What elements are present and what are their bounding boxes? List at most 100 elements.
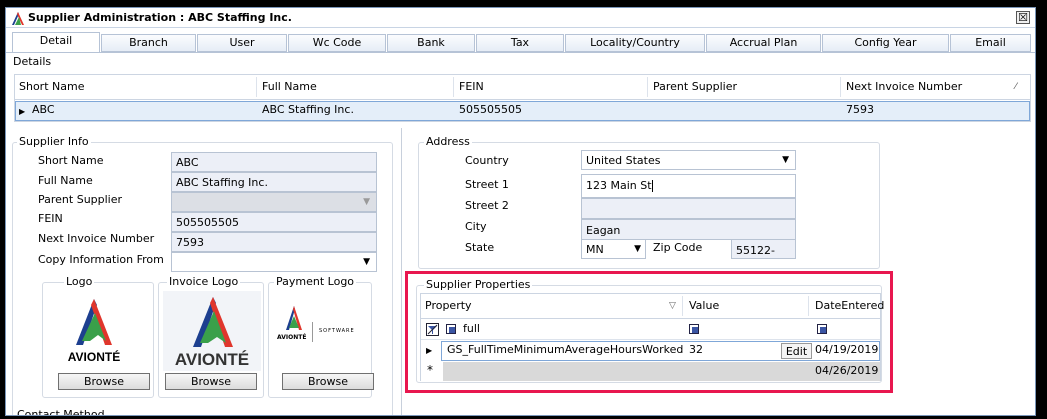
avionte-logo-icon bbox=[193, 297, 233, 347]
invoice-logo-label: Invoice Logo bbox=[167, 275, 241, 288]
payment-logo-label: Payment Logo bbox=[274, 275, 357, 288]
row-pointer-icon: ▶ bbox=[19, 107, 26, 116]
col-property[interactable]: Property bbox=[421, 296, 683, 316]
country-dropdown[interactable]: United States ▼ bbox=[581, 150, 796, 170]
cell-property: GS_FullTimeMinimumAverageHoursWorked bbox=[447, 343, 684, 356]
supplier-info-label: Supplier Info bbox=[17, 135, 91, 148]
zip-code-label: Zip Code bbox=[653, 241, 703, 254]
copy-from-dropdown[interactable]: ▼ bbox=[171, 252, 377, 272]
payment-logo-software-text: SOFTWARE bbox=[319, 328, 355, 334]
table-row[interactable]: ▶ ABC ABC Staffing Inc. 505505505 7593 bbox=[15, 101, 1030, 121]
tab-bank[interactable]: Bank bbox=[387, 34, 475, 52]
invoice-logo-image: AVIONTÉ bbox=[163, 291, 261, 371]
col-full-name[interactable]: Full Name bbox=[258, 77, 454, 97]
copy-from-label: Copy Information From bbox=[38, 253, 164, 266]
invoice-logo-browse-button[interactable]: Browse bbox=[165, 373, 257, 390]
contact-method-label: Contact Method bbox=[15, 408, 107, 415]
col-next-invoice-number[interactable]: Next Invoice Number bbox=[842, 77, 1022, 97]
parent-supplier-label: Parent Supplier bbox=[38, 193, 123, 206]
payment-logo-brand-text: AVIONTÉ bbox=[277, 334, 307, 341]
address-label: Address bbox=[424, 135, 472, 148]
supplier-properties-label: Supplier Properties bbox=[424, 278, 533, 291]
col-value[interactable]: Value bbox=[685, 296, 809, 316]
supplier-admin-window: Supplier Administration : ABC Staffing I… bbox=[5, 7, 1036, 416]
tab-branch[interactable]: Branch bbox=[101, 34, 196, 52]
title-bar: Supplier Administration : ABC Staffing I… bbox=[6, 8, 1035, 28]
table-row[interactable]: ▶ GS_FullTimeMinimumAverageHoursWorked 3… bbox=[421, 341, 880, 361]
next-invoice-label: Next Invoice Number bbox=[38, 232, 155, 245]
date-filter-operator[interactable] bbox=[817, 324, 827, 334]
details-grid: Short Name Full Name FEIN Parent Supplie… bbox=[14, 74, 1031, 122]
tab-user[interactable]: User bbox=[197, 34, 287, 52]
sort-icon: ⁄ bbox=[1015, 82, 1017, 92]
cell-short-name: ABC bbox=[32, 103, 55, 116]
tab-divider bbox=[6, 52, 1035, 53]
fein-field[interactable]: 505505505 bbox=[171, 212, 377, 232]
city-label: City bbox=[465, 220, 487, 233]
close-icon[interactable]: ☒ bbox=[1018, 11, 1028, 24]
panel-divider bbox=[401, 128, 402, 415]
tab-wc-code[interactable]: Wc Code bbox=[288, 34, 386, 52]
window-title: Supplier Administration : ABC Staffing I… bbox=[28, 11, 292, 24]
cell-date-entered: 04/19/2019 bbox=[815, 343, 879, 356]
tab-detail[interactable]: Detail bbox=[12, 32, 100, 53]
short-name-label: Short Name bbox=[38, 154, 104, 167]
filter-icon[interactable]: ▽ bbox=[669, 301, 676, 311]
payment-logo-image: AVIONTÉ SOFTWARE bbox=[272, 298, 370, 354]
app-icon bbox=[12, 12, 24, 25]
invoice-logo-brand-text: AVIONTÉ bbox=[174, 350, 250, 369]
short-name-field[interactable]: ABC bbox=[171, 152, 377, 172]
street2-label: Street 2 bbox=[465, 199, 509, 212]
filter-row: full bbox=[421, 320, 880, 340]
cell-fein: 505505505 bbox=[459, 103, 522, 116]
avionte-logo-icon bbox=[286, 306, 302, 330]
parent-supplier-dropdown[interactable]: ▼ bbox=[171, 192, 377, 212]
street1-field[interactable]: 123 Main St bbox=[581, 174, 796, 198]
chevron-down-icon[interactable]: ▼ bbox=[782, 151, 789, 170]
value-filter-operator[interactable] bbox=[689, 324, 699, 334]
full-name-label: Full Name bbox=[38, 174, 93, 187]
avionte-logo-icon bbox=[76, 299, 112, 345]
cell-value: 32 bbox=[689, 343, 703, 356]
state-dropdown[interactable]: MN ▼ bbox=[581, 239, 646, 259]
chevron-down-icon[interactable]: ▼ bbox=[363, 253, 370, 272]
cell-next-invoice: 7593 bbox=[846, 103, 874, 116]
street2-field[interactable] bbox=[581, 198, 796, 219]
tab-email[interactable]: Email bbox=[950, 34, 1031, 52]
payment-logo-browse-button[interactable]: Browse bbox=[282, 373, 374, 390]
edit-button[interactable]: Edit bbox=[781, 343, 812, 359]
chevron-down-icon[interactable]: ▼ bbox=[363, 193, 370, 212]
property-filter-operator[interactable] bbox=[446, 324, 456, 334]
tab-accrual-plan[interactable]: Accrual Plan bbox=[706, 34, 821, 52]
col-parent-supplier[interactable]: Parent Supplier bbox=[649, 77, 841, 97]
next-invoice-field[interactable]: 7593 bbox=[171, 232, 377, 252]
cell-full-name: ABC Staffing Inc. bbox=[262, 103, 354, 116]
tab-tax[interactable]: Tax bbox=[476, 34, 564, 52]
col-fein[interactable]: FEIN bbox=[455, 77, 648, 97]
properties-grid: Property ▽ Value DateEntered full ▶ GS_F… bbox=[420, 293, 884, 381]
col-date-entered[interactable]: DateEntered bbox=[811, 296, 884, 316]
state-label: State bbox=[465, 241, 495, 254]
col-short-name[interactable]: Short Name bbox=[15, 77, 257, 97]
close-button[interactable]: ☒ bbox=[1016, 11, 1030, 24]
logo-image: AVIONTÉ bbox=[50, 291, 138, 371]
property-filter-value[interactable]: full bbox=[463, 322, 480, 335]
payment-logo-divider bbox=[312, 322, 313, 342]
street1-label: Street 1 bbox=[465, 178, 509, 191]
details-grid-header: Short Name Full Name FEIN Parent Supplie… bbox=[15, 75, 1030, 100]
country-label: Country bbox=[465, 154, 509, 167]
row-pointer-icon: ▶ bbox=[426, 346, 433, 355]
properties-grid-header: Property ▽ Value DateEntered bbox=[421, 294, 884, 319]
full-name-field[interactable]: ABC Staffing Inc. bbox=[171, 172, 377, 192]
fein-label: FEIN bbox=[38, 212, 63, 225]
details-label: Details bbox=[11, 55, 54, 68]
zip-code-field[interactable]: 55122- bbox=[731, 239, 796, 259]
logo-brand-text: AVIONTÉ bbox=[67, 350, 121, 364]
clear-filter-icon[interactable] bbox=[426, 323, 439, 336]
chevron-down-icon[interactable]: ▼ bbox=[634, 240, 641, 259]
tab-locality-country[interactable]: Locality/Country bbox=[565, 34, 705, 52]
new-row[interactable]: * 04/26/2019 bbox=[421, 362, 880, 381]
logo-browse-button[interactable]: Browse bbox=[58, 373, 150, 390]
city-field[interactable]: Eagan bbox=[581, 219, 796, 240]
tab-config-year[interactable]: Config Year bbox=[822, 34, 949, 52]
